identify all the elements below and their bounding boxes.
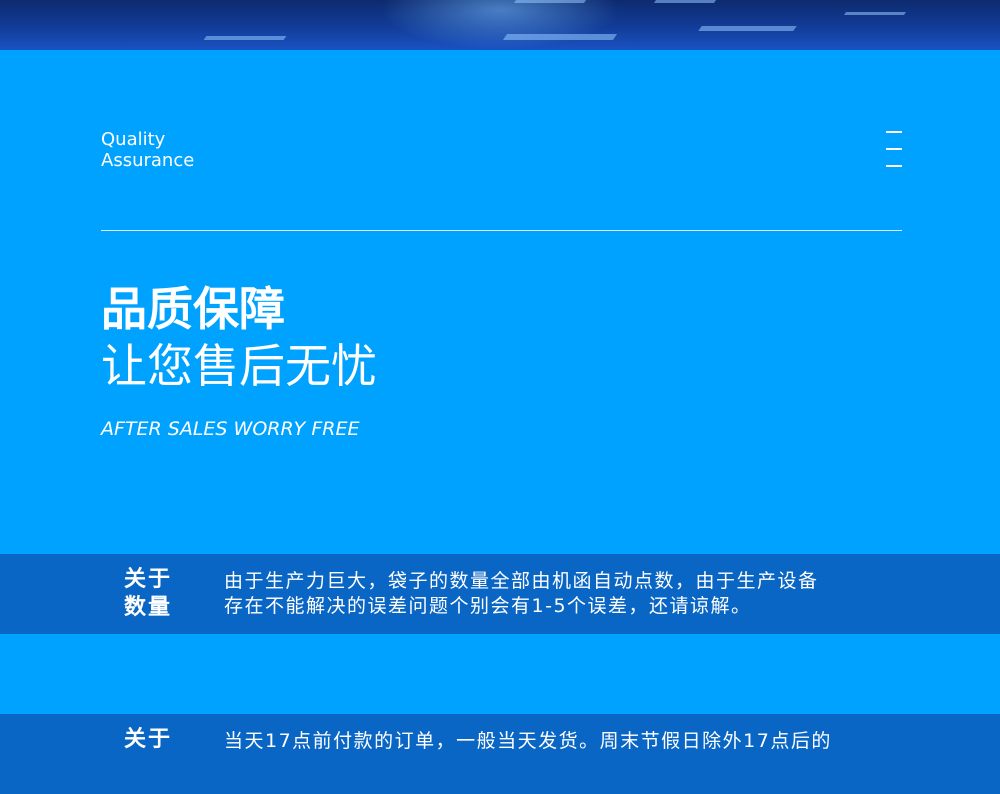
- info-block-label-line1: 关于: [124, 567, 173, 592]
- hamburger-menu-icon[interactable]: [886, 131, 902, 169]
- info-block-quantity: 关于 数量 由于生产力巨大，袋子的数量全部由机函自动点数，由于生产设备 存在不能…: [0, 554, 1000, 634]
- page-tagline: AFTER SALES WORRY FREE: [101, 418, 360, 440]
- menu-line: [886, 165, 902, 167]
- banner-tile: [653, 0, 717, 3]
- info-block-text: 由于生产力巨大，袋子的数量全部由机函自动点数，由于生产设备 存在不能解决的误差问…: [224, 569, 904, 619]
- page-subtitle: 让您售后无忧: [101, 339, 377, 393]
- info-block-label: 关于: [124, 726, 184, 754]
- banner-glow: [380, 0, 620, 50]
- section-label-line2: Assurance: [101, 150, 195, 171]
- top-banner-image: [0, 0, 1000, 50]
- page-title: 品质保障: [101, 282, 285, 336]
- banner-tile: [513, 0, 587, 3]
- info-block-text-line1: 当天17点前付款的订单，一般当天发货。周末节假日除外17点后的: [224, 730, 832, 752]
- banner-tile: [502, 34, 618, 40]
- info-block-label: 关于 数量: [124, 566, 184, 622]
- banner-tile: [843, 12, 907, 15]
- info-block-text: 当天17点前付款的订单，一般当天发货。周末节假日除外17点后的: [224, 729, 904, 754]
- info-block-text-line1: 由于生产力巨大，袋子的数量全部由机函自动点数，由于生产设备: [224, 570, 819, 592]
- info-block-label-line1: 关于: [124, 727, 173, 752]
- banner-tile: [203, 36, 287, 40]
- section-label: Quality Assurance: [101, 129, 194, 171]
- banner-tile: [698, 26, 797, 31]
- info-block-shipping: 关于 当天17点前付款的订单，一般当天发货。周末节假日除外17点后的: [0, 714, 1000, 794]
- menu-line: [886, 148, 902, 150]
- info-block-label-line2: 数量: [124, 595, 173, 620]
- section-divider: [101, 230, 902, 231]
- section-label-line1: Quality: [101, 129, 166, 150]
- info-block-text-line2: 存在不能解决的误差问题个别会有1-5个误差，还请谅解。: [224, 595, 752, 617]
- menu-line: [886, 131, 902, 133]
